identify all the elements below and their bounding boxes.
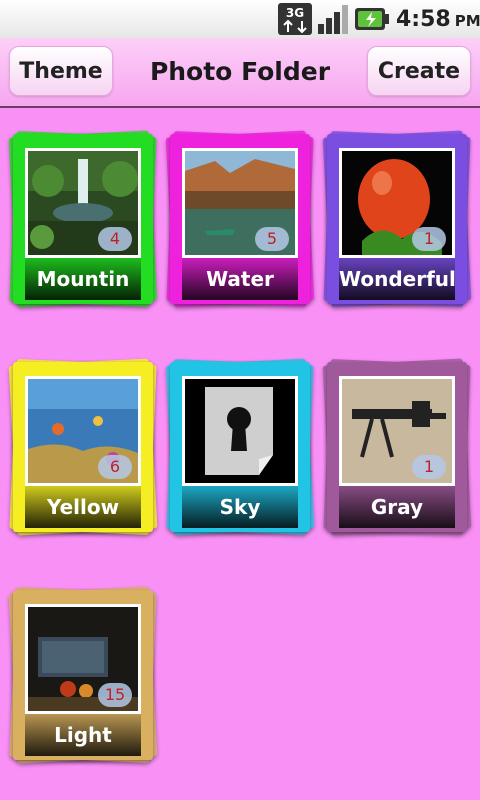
folder-thumbnail: 5 (182, 148, 298, 258)
folder-card[interactable]: 1 Gray (322, 358, 472, 536)
photo-count-badge: 1 (412, 227, 446, 251)
svg-text:3G: 3G (286, 6, 304, 20)
folder-card[interactable]: 5 Water (165, 130, 315, 308)
signal-strength-icon (318, 5, 348, 34)
folder-name: Sky (182, 486, 298, 528)
folder-thumbnail: 4 (25, 148, 141, 258)
keyhole-lock-icon (185, 379, 295, 483)
photo-count-badge: 4 (98, 227, 132, 251)
photo-count-badge: 6 (98, 455, 132, 479)
page-title: Photo Folder (149, 57, 331, 86)
folder-thumbnail: 6 (25, 376, 141, 486)
folder-name: Light (25, 714, 141, 756)
status-clock: 4:58 PM (396, 4, 480, 36)
folder-thumbnail: 15 (25, 604, 141, 714)
photo-count-badge: 5 (255, 227, 289, 251)
folder-name: Yellow (25, 486, 141, 528)
folder-name: Water (182, 258, 298, 300)
folder-card[interactable]: 15 Light (8, 586, 158, 764)
photo-count-badge: 1 (412, 455, 446, 479)
clock-ampm: PM (454, 12, 480, 30)
title-bar: Theme Photo Folder Create (0, 38, 480, 108)
folder-thumbnail: 1 (339, 376, 455, 486)
3g-network-icon: 3G (278, 3, 312, 35)
folder-card[interactable]: 4 Mountin (8, 130, 158, 308)
folder-card[interactable]: 1 Wonderful (322, 130, 472, 308)
create-button[interactable]: Create (367, 46, 471, 96)
clock-time: 4:58 (396, 7, 451, 32)
folder-thumbnail (182, 376, 298, 486)
battery-charging-icon (355, 8, 389, 30)
photo-count-badge: 15 (98, 683, 132, 707)
status-bar: 3G 4:58 PM (0, 0, 480, 39)
folder-name: Mountin (25, 258, 141, 300)
theme-button[interactable]: Theme (9, 46, 113, 96)
folder-card[interactable]: 6 Yellow (8, 358, 158, 536)
folder-name: Wonderful (339, 258, 455, 300)
folder-card[interactable]: Sky (165, 358, 315, 536)
folder-thumbnail: 1 (339, 148, 455, 258)
folder-name: Gray (339, 486, 455, 528)
